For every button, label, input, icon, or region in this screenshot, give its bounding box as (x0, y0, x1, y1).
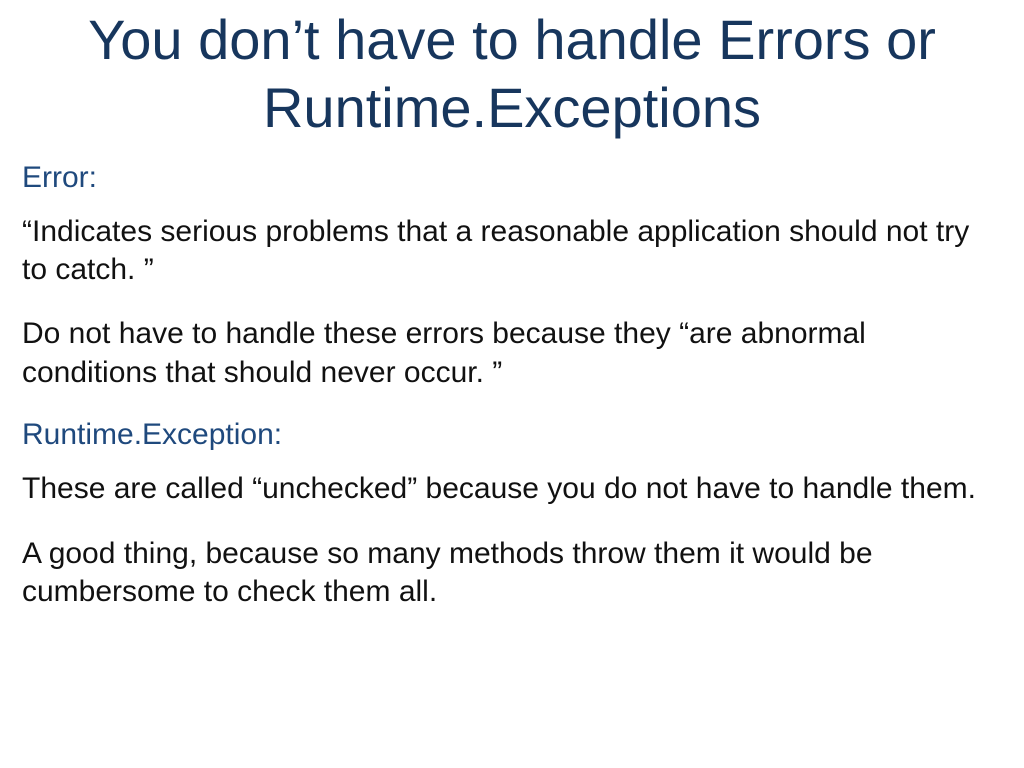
slide-title: You don’t have to handle Errors or Runti… (22, 6, 1002, 143)
error-paragraph-2: Do not have to handle these errors becau… (22, 315, 1002, 392)
runtime-paragraph-2: A good thing, because so many methods th… (22, 535, 1002, 612)
error-heading: Error: (22, 161, 1002, 195)
slide: You don’t have to handle Errors or Runti… (0, 0, 1024, 768)
runtime-exception-heading: Runtime.Exception: (22, 418, 1002, 452)
runtime-paragraph-1: These are called “unchecked” because you… (22, 470, 1002, 508)
error-paragraph-1: “Indicates serious problems that a reaso… (22, 213, 1002, 290)
